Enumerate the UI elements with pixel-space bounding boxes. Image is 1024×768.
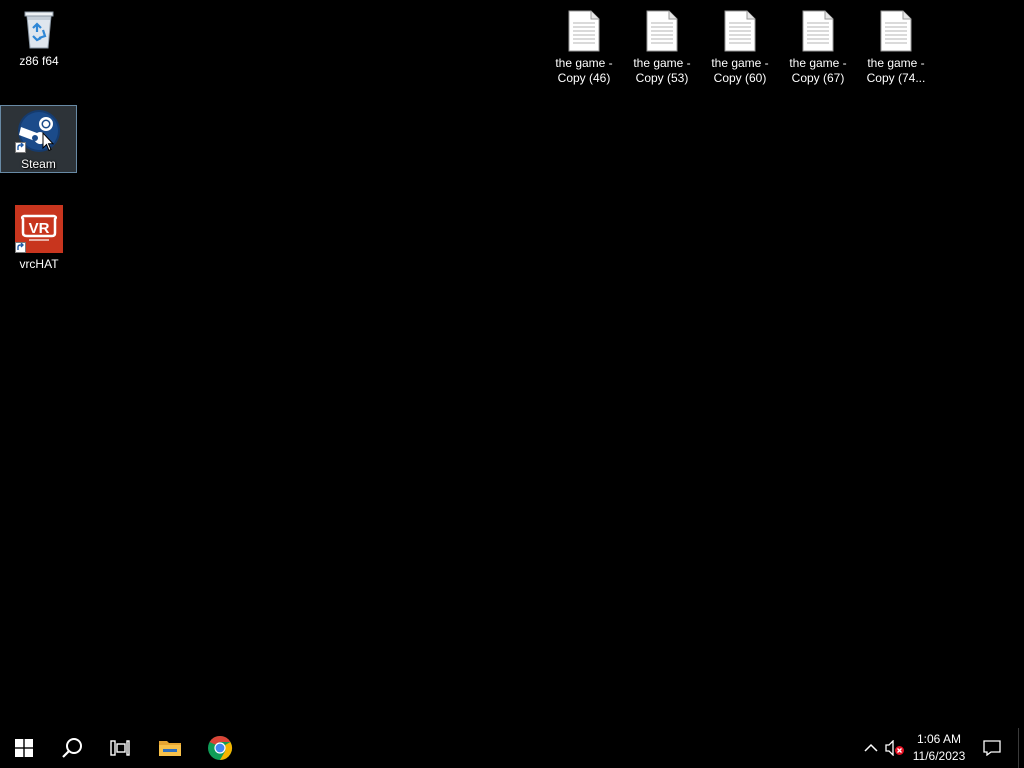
search-button[interactable] xyxy=(48,728,96,768)
desktop-file-icon[interactable]: the game - Copy (74... xyxy=(858,10,934,90)
recycle-bin-icon xyxy=(19,8,59,50)
desktop-file-label: the game - Copy (46) xyxy=(555,56,613,85)
tray-overflow-button[interactable] xyxy=(860,728,882,768)
folder-icon xyxy=(159,741,181,756)
action-center-icon xyxy=(983,740,1001,756)
windows-logo-icon xyxy=(15,739,33,757)
text-file-icon xyxy=(880,10,912,52)
text-file-icon xyxy=(724,10,756,52)
vrchat-logo-text: VR xyxy=(29,220,50,237)
desktop-icon-vrchat[interactable]: VR vrcHAT xyxy=(1,205,77,273)
chrome-icon xyxy=(208,736,233,760)
steam-icon xyxy=(14,109,63,153)
vrchat-icon: VR xyxy=(15,205,63,253)
desktop-file-label: the game - Copy (53) xyxy=(633,56,691,85)
shortcut-arrow-icon xyxy=(14,142,26,153)
clock-time: 1:06 AM xyxy=(916,732,962,746)
clock[interactable]: 1:06 AM 11/6/2023 xyxy=(904,731,974,765)
desktop-file-label: the game - Copy (74... xyxy=(866,56,926,85)
desktop-file-icon[interactable]: the game - Copy (46) xyxy=(546,10,622,90)
start-button[interactable] xyxy=(0,728,48,768)
show-desktop-button[interactable] xyxy=(1018,728,1024,768)
desktop-file-label: the game - Copy (60) xyxy=(711,56,769,85)
chrome-button[interactable] xyxy=(196,728,244,768)
taskbar: 1:06 AM 11/6/2023 xyxy=(0,728,1024,768)
chevron-up-icon xyxy=(864,743,878,752)
desktop-file-icon[interactable]: the game - Copy (67) xyxy=(780,10,856,90)
desktop-icon-steam[interactable]: Steam xyxy=(0,105,77,173)
desktop-icon-recycle-bin[interactable]: z86 f64 xyxy=(1,8,77,74)
action-center-button[interactable] xyxy=(978,728,1006,768)
desktop-icon-label: Steam xyxy=(21,157,56,171)
text-file-icon xyxy=(568,10,600,52)
desktop-file-icon[interactable]: the game - Copy (60) xyxy=(702,10,778,90)
shortcut-arrow-icon xyxy=(15,242,26,253)
volume-muted-icon xyxy=(885,740,904,756)
text-file-icon xyxy=(802,10,834,52)
desktop-icon-label: z86 f64 xyxy=(19,54,59,68)
clock-date: 11/6/2023 xyxy=(912,749,966,763)
desktop-file-icon[interactable]: the game - Copy (53) xyxy=(624,10,700,90)
desktop-file-label: the game - Copy (67) xyxy=(789,56,847,85)
task-view-icon xyxy=(110,740,130,756)
desktop[interactable]: z86 f64 Steam VR vrcHAT the game - Copy … xyxy=(0,0,1024,728)
text-file-icon xyxy=(646,10,678,52)
file-explorer-button[interactable] xyxy=(146,728,194,768)
desktop-icon-label: vrcHAT xyxy=(19,257,59,271)
task-view-button[interactable] xyxy=(96,728,144,768)
search-icon xyxy=(62,738,82,758)
